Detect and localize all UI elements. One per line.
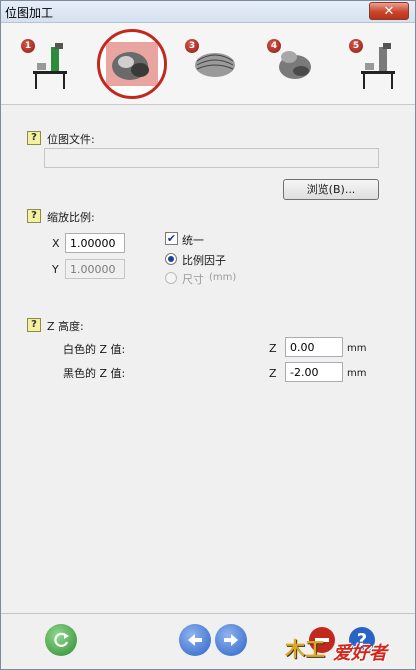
scale-factor-radio[interactable] <box>165 253 177 265</box>
scale-y-label: Y <box>52 263 59 276</box>
browse-button[interactable]: 浏览(B)... <box>283 179 379 200</box>
z-height-label: Z 高度: <box>47 320 84 333</box>
arrow-right-icon <box>224 634 238 646</box>
step-number-1: 1 <box>21 39 35 53</box>
bitmap-help-icon[interactable]: ? <box>27 131 41 145</box>
watermark-logo: ? 木工 爱好者 <box>285 627 407 667</box>
bitmap-file-path-field[interactable] <box>44 148 379 168</box>
black-z-label: 黑色的 Z 值: <box>63 367 126 380</box>
scale-x-label: X <box>52 237 60 250</box>
z-height-help-icon[interactable]: ? <box>27 318 41 332</box>
uniform-checkbox[interactable]: ✔ <box>165 232 178 245</box>
form-content: ? 位图文件: 浏览(B)... ? 缩放比例: X Y ✔ 统一 比例因子 尺… <box>1 106 415 606</box>
next-button[interactable] <box>215 624 247 656</box>
uniform-label: 统一 <box>182 234 204 247</box>
step-1[interactable]: 1 <box>17 31 77 93</box>
step-number-4: 4 <box>267 39 281 53</box>
bitmap-thumbnail-icon <box>106 42 158 86</box>
black-z-unit: mm <box>347 368 367 379</box>
white-z-label: 白色的 Z 值: <box>63 343 126 356</box>
dimension-radio[interactable] <box>165 272 177 284</box>
scale-help-icon[interactable]: ? <box>27 209 41 223</box>
window-title: 位图加工 <box>5 6 54 20</box>
arrow-left-icon <box>188 634 202 646</box>
scale-x-field[interactable] <box>65 233 125 253</box>
dimension-label: 尺寸 <box>182 273 204 286</box>
scale-y-field[interactable] <box>65 259 125 279</box>
step-2-active[interactable] <box>97 29 167 99</box>
black-z-field[interactable] <box>285 362 343 382</box>
bitmap-processing-window: 位图加工 ✕ 1 3 4 5 ? 位图文件: 浏览(B)... ? 缩放比例: … <box>0 0 416 670</box>
step-3[interactable]: 3 <box>181 31 241 93</box>
step-5[interactable]: 5 <box>345 31 405 93</box>
close-x-icon: ✕ <box>383 3 395 19</box>
bitmap-file-label: 位图文件: <box>47 133 95 146</box>
refresh-icon <box>54 632 69 647</box>
logo-mark: 木工 <box>285 637 325 661</box>
dimension-unit: (mm) <box>209 272 237 283</box>
refresh-button[interactable] <box>45 624 77 656</box>
white-z-axis-label: Z <box>269 342 277 355</box>
white-z-field[interactable] <box>285 337 343 357</box>
step-number-5: 5 <box>349 39 363 53</box>
scale-factor-label: 比例因子 <box>182 254 226 267</box>
footer-divider <box>1 613 415 614</box>
logo-text: 爱好者 <box>333 643 387 664</box>
window-close-button[interactable]: ✕ <box>369 2 409 20</box>
wizard-steps-bar: 1 3 4 5 <box>1 23 415 105</box>
black-z-axis-label: Z <box>269 367 277 380</box>
back-button[interactable] <box>179 624 211 656</box>
step-number-3: 3 <box>185 39 199 53</box>
white-z-unit: mm <box>347 343 367 354</box>
title-bar: 位图加工 ✕ <box>1 1 415 23</box>
step-4[interactable]: 4 <box>263 31 323 93</box>
scale-label: 缩放比例: <box>47 211 95 224</box>
